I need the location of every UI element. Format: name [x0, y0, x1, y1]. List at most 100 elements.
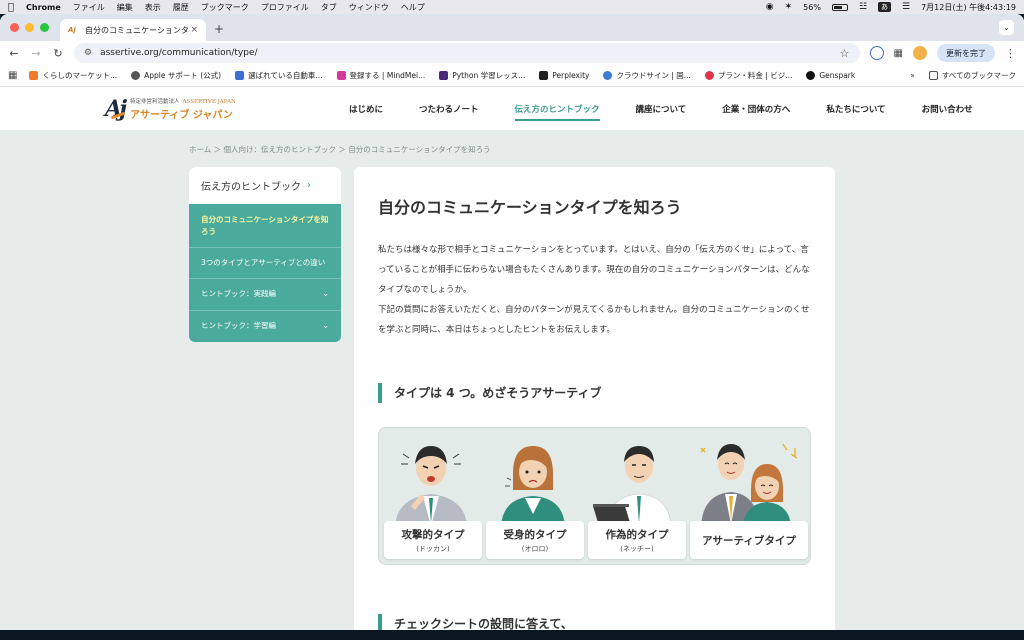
bookmark-item[interactable]: 登録する | MindMei... [336, 70, 425, 81]
angry-person-illustration [395, 446, 467, 526]
close-window-button[interactable] [10, 23, 19, 32]
site-header: Aj 特定非営利活動法人 ASSERTIVE JAPAN アサーティブ ジャパン … [0, 87, 1024, 130]
side-nav-heading[interactable]: 伝え方のヒントブック › [189, 167, 341, 204]
menu-tab[interactable]: タブ [321, 2, 337, 13]
bookmark-favicon-icon [704, 71, 714, 80]
bookmark-item[interactable]: くらしのマーケット... [29, 70, 117, 81]
side-nav-item-practice[interactable]: ヒントブック：実践編 ⌄ [189, 278, 341, 310]
menu-view[interactable]: 表示 [145, 2, 161, 13]
bookmark-item[interactable]: Apple サポート (公式) [131, 70, 221, 81]
apps-grid-icon[interactable]: ▦ [8, 70, 17, 81]
bookmark-item[interactable]: Genspark [806, 71, 855, 80]
nav-courses[interactable]: 講座について [636, 103, 687, 115]
cloud-icon [603, 71, 613, 80]
url-text[interactable]: assertive.org/communication/type/ [100, 48, 257, 58]
chevron-down-icon[interactable]: ⌄ [322, 288, 329, 301]
menu-window[interactable]: ウィンドウ [349, 2, 389, 13]
bookmark-item[interactable]: クラウドサイン | 国... [603, 70, 691, 81]
bookmarks-bar: ▦ くらしのマーケット... Apple サポート (公式) 選ばれている自動車… [0, 65, 1024, 87]
nav-hintbook[interactable]: 伝え方のヒントブック [514, 103, 600, 121]
tab-title: 自分のコミュニケーションタイプ [85, 25, 190, 35]
worried-person-illustration [501, 446, 565, 526]
battery-percent: 56% [803, 2, 821, 12]
nav-corporate[interactable]: 企業・団体の方へ [722, 103, 790, 115]
menubar-app-name[interactable]: Chrome [26, 3, 61, 12]
article-title: 自分のコミュニケーションタイプを知ろう [378, 198, 682, 217]
side-nav-item-current[interactable]: 自分のコミュニケーションタイプを知ろう [189, 204, 341, 247]
macos-menubar:  Chrome ファイル 編集 表示 履歴 ブックマーク プロファイル タブ … [0, 0, 1024, 14]
bluetooth-icon[interactable]: ✶ [785, 2, 793, 12]
side-nav-item-differences[interactable]: 3つのタイプとアサーティブとの違い [189, 247, 341, 278]
site-logo[interactable]: Aj 特定非営利活動法人 ASSERTIVE JAPAN アサーティブ ジャパン [105, 96, 236, 122]
wifi-icon[interactable]: ☳ [859, 2, 867, 12]
side-nav: 伝え方のヒントブック › 自分のコミュニケーションタイプを知ろう 3つのタイプと… [189, 167, 341, 342]
article: 自分のコミュニケーションタイプを知ろう 私たちは様々な形で相手とコミュニケーショ… [354, 167, 835, 630]
logo-subtitle: 特定非営利活動法人 ASSERTIVE JAPAN [130, 98, 236, 105]
breadcrumb[interactable]: ホーム ＞ 個人向け：伝え方のヒントブック ＞ 自分のコミュニケーションタイプを… [189, 144, 491, 155]
menu-history[interactable]: 履歴 [173, 2, 189, 13]
bookmark-favicon-icon [806, 71, 816, 80]
address-bar[interactable]: ⚙ assertive.org/communication/type/ ☆ [74, 43, 860, 63]
nav-contact[interactable]: お問い合わせ [922, 103, 973, 115]
menu-file[interactable]: ファイル [73, 2, 105, 13]
bookmark-item[interactable]: 選ばれている自動車... [235, 70, 323, 81]
profile-avatar[interactable] [913, 46, 927, 60]
logo-name: アサーティブ ジャパン [130, 109, 233, 121]
type-card-assertive: アサーティブタイプ [687, 428, 809, 566]
menu-edit[interactable]: 編集 [117, 2, 133, 13]
minimize-window-button[interactable] [25, 23, 34, 32]
intro-paragraph: 下記の質問にお答えいただくと、自分のパターンが見えてくるかもしれません。自分のコ… [378, 305, 810, 335]
all-bookmarks-button[interactable]: すべてのブックマーク [928, 70, 1016, 81]
menubar-clock[interactable]: 7月12日(土) 午後4:43:19 [921, 2, 1016, 13]
back-arrow-icon[interactable]: ← [8, 47, 20, 60]
reload-icon[interactable]: ↻ [52, 47, 64, 60]
bookmarks-overflow-button[interactable]: » [910, 71, 915, 80]
control-center-icon[interactable]: ☰ [902, 2, 910, 12]
bookmark-favicon-icon [439, 71, 449, 80]
type-card-passive: 受身的タイプ (オロロ) [483, 428, 584, 566]
tab-strip: Aj 自分のコミュニケーションタイプ × + ⌄ [0, 14, 1024, 41]
chrome-menu-icon[interactable]: ⋮ [1005, 47, 1016, 60]
tab-search-chevron-icon[interactable]: ⌄ [999, 20, 1014, 35]
type-illustration-panel: 攻撃的タイプ (ドッカン) 受身的タイプ (オロロ) 作為的タイプ (ネッチー)… [378, 427, 811, 565]
forward-arrow-icon[interactable]: → [30, 47, 42, 60]
bookmark-favicon-icon [29, 71, 39, 80]
article-intro: 私たちは様々な形で相手とコミュニケーションをとっています。とはいえ、自分の「伝え… [378, 240, 814, 340]
tab-close-icon[interactable]: × [190, 25, 198, 35]
main-nav: はじめに つたわるノート 伝え方のヒントブック 講座について 企業・団体の方へ … [349, 87, 1009, 130]
active-tab[interactable]: Aj 自分のコミュニケーションタイプ × [60, 19, 206, 41]
bookmark-item[interactable]: プラン・料金 | ビジ... [704, 70, 792, 81]
web-page: Aj 特定非営利活動法人 ASSERTIVE JAPAN アサーティブ ジャパン … [0, 87, 1024, 630]
logo-mark: Aj [105, 95, 127, 122]
chevron-down-icon[interactable]: ⌄ [322, 320, 329, 333]
update-button[interactable]: 更新を完了 [937, 44, 995, 62]
type-card-aggressive: 攻撃的タイプ (ドッカン) [381, 428, 482, 566]
nav-hajimeni[interactable]: はじめに [349, 103, 383, 115]
site-info-icon[interactable]: ⚙ [84, 48, 92, 58]
menu-profiles[interactable]: プロファイル [261, 2, 309, 13]
bookmark-star-icon[interactable]: ☆ [840, 47, 850, 60]
section-heading: タイプは 4 つ。めざそうアサーティブ [378, 383, 602, 403]
apple-icon [131, 71, 141, 80]
section-heading-next: チェックシートの設問に答えて、 [378, 614, 573, 630]
type-label: 受身的タイプ (オロロ) [486, 521, 584, 559]
menu-bookmarks[interactable]: ブックマーク [201, 2, 249, 13]
type-card-manipulative: 作為的タイプ (ネッチー) [585, 428, 686, 566]
status-record-icon[interactable]: ◉ [766, 2, 774, 12]
extensions-puzzle-icon[interactable]: ▦ [894, 48, 903, 59]
side-nav-item-study[interactable]: ヒントブック：学習編 ⌄ [189, 309, 341, 342]
intro-paragraph: 私たちは様々な形で相手とコミュニケーションをとっています。とはいえ、自分の「伝え… [378, 245, 810, 295]
apple-menu-icon[interactable]:  [8, 2, 14, 13]
new-tab-button[interactable]: + [214, 22, 224, 36]
input-method-indicator[interactable]: あ [878, 2, 892, 12]
extension-info-icon[interactable] [869, 46, 884, 60]
menu-help[interactable]: ヘルプ [401, 2, 425, 13]
bookmark-favicon-icon [235, 71, 245, 80]
bookmark-item[interactable]: Perplexity [539, 71, 589, 80]
battery-icon[interactable] [831, 3, 848, 11]
nav-tsutawaru-note[interactable]: つたわるノート [419, 103, 479, 115]
folder-icon [928, 71, 938, 80]
zoom-window-button[interactable] [40, 23, 49, 32]
bookmark-item[interactable]: Python 学習レッス... [439, 70, 525, 81]
nav-about[interactable]: 私たちについて [826, 103, 885, 115]
